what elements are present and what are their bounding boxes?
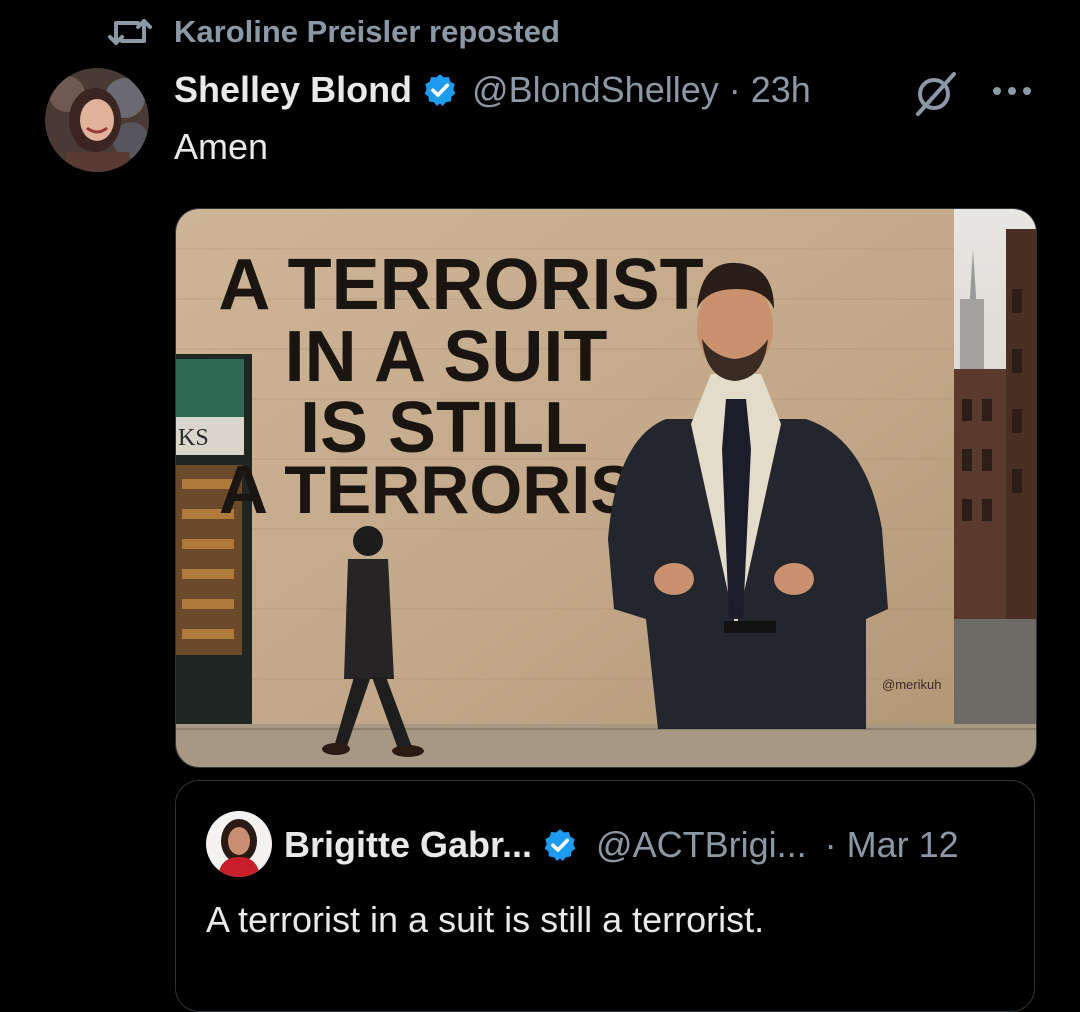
tweet-text: Amen (174, 126, 269, 167)
quoted-author-name[interactable]: Brigitte Gabr... (284, 824, 532, 866)
artist-signature: @merikuh (882, 677, 941, 692)
quoted-verified-badge-icon[interactable] (542, 827, 578, 863)
author-handle[interactable]: @BlondShelley (472, 69, 719, 111)
author-name[interactable]: Shelley Blond (174, 69, 412, 111)
tweet-media-image[interactable]: KS A TERRORIST IN A SUIT IS STILL A TERR… (175, 208, 1037, 768)
headline-line-4: A TERRORIST (219, 452, 677, 528)
tweet-header: Shelley Blond @BlondShelley · 23h (174, 66, 811, 114)
repost-indicator[interactable]: Karoline Preisler reposted (108, 10, 560, 54)
headline-line-1: A TERRORIST (218, 245, 703, 325)
quoted-author-handle[interactable]: @ACTBrigi... (596, 824, 807, 866)
quoted-separator: · (824, 824, 837, 865)
verified-badge-icon[interactable] (422, 72, 458, 108)
quoted-tweet-header: Brigitte Gabr... @ACTBrigi... · Mar 12 (284, 821, 959, 869)
headline-line-2: IN A SUIT (285, 317, 608, 397)
quoted-tweet-text: A terrorist in a suit is still a terrori… (206, 899, 765, 940)
repost-icon (108, 19, 152, 45)
quoted-author-avatar[interactable] (206, 811, 272, 877)
quoted-timestamp[interactable]: Mar 12 (847, 824, 959, 866)
author-avatar[interactable] (45, 68, 149, 172)
header-separator: · (728, 69, 741, 110)
more-options-icon[interactable] (990, 76, 1034, 106)
grok-icon[interactable] (912, 70, 960, 118)
storefront-sign-text: KS (178, 425, 209, 451)
quoted-tweet-card[interactable]: Brigitte Gabr... @ACTBrigi... · Mar 12 A… (175, 780, 1035, 1012)
repost-label[interactable]: Karoline Preisler reposted (174, 14, 560, 50)
tweet-timestamp[interactable]: 23h (751, 69, 811, 111)
